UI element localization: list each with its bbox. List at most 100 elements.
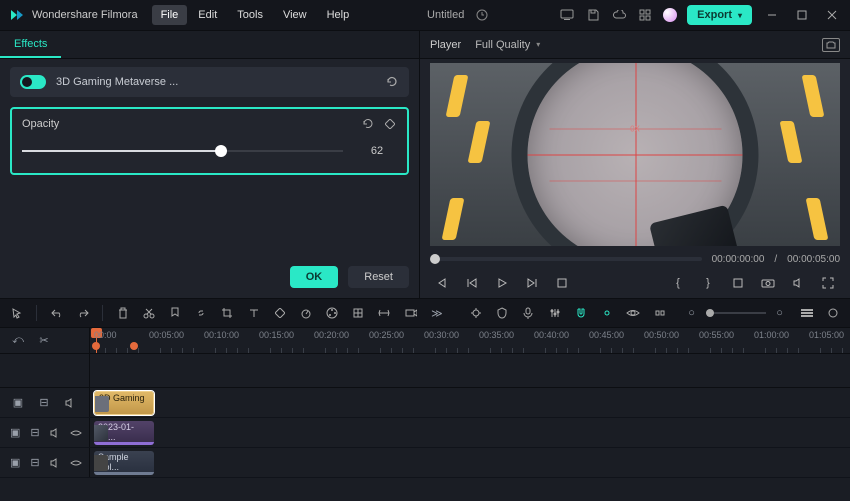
record-icon[interactable] [404, 305, 417, 321]
time-total: 00:00:05:00 [787, 254, 840, 265]
ripple-icon[interactable] [653, 305, 666, 321]
menu-tools[interactable]: Tools [228, 5, 272, 25]
text-tool-icon[interactable] [247, 305, 260, 321]
crop-button[interactable] [728, 273, 748, 293]
grid-icon[interactable] [637, 7, 653, 23]
menu-edit[interactable]: Edit [189, 5, 226, 25]
volume-track-icon[interactable] [50, 425, 60, 441]
track-color: ▣ ⊟ Sample Col... [0, 448, 850, 478]
quality-select[interactable]: Full Quality▾ [475, 39, 540, 51]
undo-icon[interactable] [50, 305, 63, 321]
step-fwd-button[interactable] [522, 273, 542, 293]
layout-icon[interactable] [801, 305, 814, 321]
clip-effect[interactable]: 3D Gaming ... [94, 391, 154, 415]
snapshot-button[interactable] [822, 38, 840, 52]
menu-file[interactable]: File [152, 5, 188, 25]
effect-toggle[interactable] [20, 75, 46, 89]
play-button[interactable] [492, 273, 512, 293]
step-back-button[interactable] [462, 273, 482, 293]
crop-tool-icon[interactable] [221, 305, 234, 321]
time-separator: / [774, 254, 777, 265]
chevron-down-icon: ▾ [536, 40, 540, 49]
volume-button[interactable] [788, 273, 808, 293]
collapse-icon[interactable]: ⊟ [36, 395, 52, 411]
reset-opacity-icon[interactable] [361, 117, 375, 131]
ok-button[interactable]: OK [290, 266, 339, 288]
menu-view[interactable]: View [274, 5, 316, 25]
chevron-down-icon: ▾ [738, 11, 742, 20]
maximize-button[interactable] [792, 5, 812, 25]
add-track-icon[interactable]: ▣ [10, 395, 26, 411]
save-icon[interactable] [585, 7, 601, 23]
effect-name: 3D Gaming Metaverse ... [56, 76, 178, 88]
clip-color[interactable]: Sample Col... [94, 451, 154, 475]
mark-in-button[interactable]: { [668, 273, 688, 293]
expand-icon[interactable] [378, 305, 391, 321]
device-icon[interactable] [559, 7, 575, 23]
marker-icon[interactable] [169, 305, 182, 321]
collapse-icon[interactable]: ⊟ [30, 425, 39, 441]
timeline-toolbar: ≫ ○ ○ [0, 298, 850, 328]
adjust-icon[interactable] [352, 305, 365, 321]
split-icon[interactable] [142, 305, 155, 321]
reset-button[interactable]: Reset [348, 266, 409, 288]
close-button[interactable] [822, 5, 842, 25]
clip-video[interactable]: 2023-01-05... [94, 421, 154, 445]
brand-name: Wondershare Filmora [32, 9, 138, 21]
redo-icon[interactable] [76, 305, 89, 321]
transport-bar: { } [424, 268, 846, 298]
mixer-icon[interactable] [548, 305, 561, 321]
app-logo [8, 6, 26, 24]
menu-help[interactable]: Help [318, 5, 359, 25]
tab-effects[interactable]: Effects [0, 32, 61, 58]
delete-icon[interactable] [116, 305, 129, 321]
minimize-button[interactable] [762, 5, 782, 25]
reset-effect-icon[interactable] [385, 75, 399, 89]
progress-scrubber[interactable] [430, 257, 702, 261]
stop-button[interactable] [552, 273, 572, 293]
camera-button[interactable] [758, 273, 778, 293]
settings-icon[interactable] [827, 305, 840, 321]
more-icon[interactable]: ≫ [430, 305, 443, 321]
user-avatar[interactable] [663, 8, 677, 22]
shield-icon[interactable] [496, 305, 509, 321]
pointer-tool-icon[interactable] [10, 305, 23, 321]
color-icon[interactable] [326, 305, 339, 321]
zoom-out-icon[interactable]: ○ [684, 305, 700, 321]
visibility-icon[interactable] [70, 455, 82, 471]
add-track-icon[interactable]: ▣ [10, 455, 20, 471]
time-ruler[interactable]: 00:0000:05:0000:10:0000:15:0000:20:0000:… [90, 328, 850, 353]
add-track-icon[interactable]: ▣ [10, 425, 20, 441]
opacity-slider[interactable] [22, 141, 343, 161]
project-title: Untitled [427, 9, 464, 21]
time-current: 00:00:00:00 [712, 254, 765, 265]
history-icon[interactable] [474, 7, 490, 23]
keyframe-icon[interactable] [383, 117, 397, 131]
opacity-label: Opacity [22, 118, 59, 130]
magnet-icon[interactable] [574, 305, 587, 321]
opacity-value[interactable]: 62 [357, 145, 397, 157]
volume-track-icon[interactable] [50, 455, 60, 471]
player-panel: Player Full Quality▾ [420, 31, 850, 298]
speed-icon[interactable] [299, 305, 312, 321]
eye-icon[interactable] [626, 305, 640, 321]
preview-viewport[interactable]: 0X [430, 63, 840, 246]
keyframe-tool-icon[interactable] [273, 305, 286, 321]
fullscreen-button[interactable] [818, 273, 838, 293]
export-button[interactable]: Export▾ [687, 5, 752, 25]
prev-frame-button[interactable] [432, 273, 452, 293]
collapse-icon[interactable]: ⊟ [30, 455, 39, 471]
link-toggle-icon[interactable] [600, 305, 613, 321]
visibility-icon[interactable] [70, 425, 82, 441]
back-to-start-icon[interactable]: ⤺ [10, 333, 26, 349]
mark-out-button[interactable]: } [698, 273, 718, 293]
enhance-icon[interactable] [469, 305, 482, 321]
zoom-in-icon[interactable]: ○ [772, 305, 788, 321]
mic-icon[interactable] [522, 305, 535, 321]
cloud-icon[interactable] [611, 7, 627, 23]
cut-mode-icon[interactable]: ✂ [36, 333, 52, 349]
volume-track-icon[interactable] [62, 395, 78, 411]
zoom-control[interactable]: ○ ○ [684, 305, 788, 321]
player-label: Player [430, 39, 461, 51]
link-icon[interactable] [195, 305, 208, 321]
